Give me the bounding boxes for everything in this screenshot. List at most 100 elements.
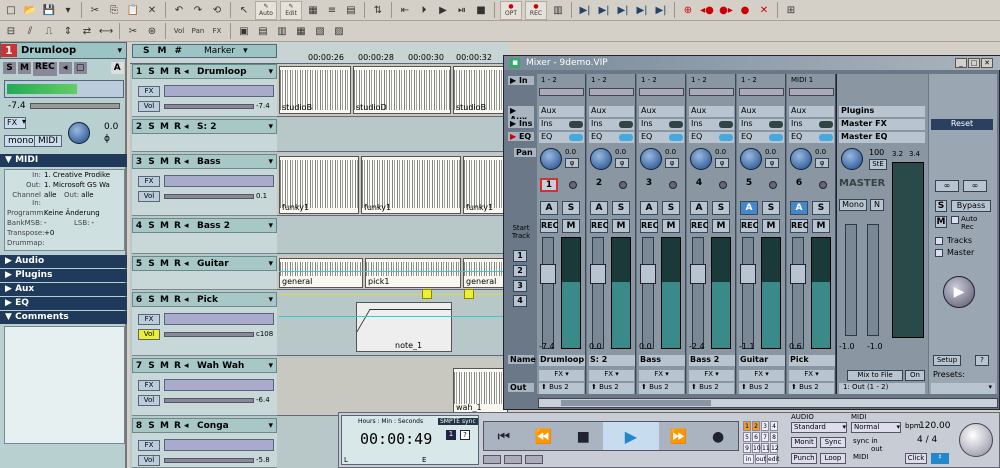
fader-cap[interactable] <box>590 264 606 284</box>
counter-cell[interactable]: 3 <box>761 421 769 431</box>
mute-button[interactable]: M <box>158 220 171 232</box>
solo-master-button[interactable]: S <box>935 200 947 212</box>
track-header[interactable]: 3 S M R ◂ Bass ▾ FX Vol 0.1 <box>132 154 277 216</box>
clip-funky-3[interactable]: funky1 <box>463 156 508 214</box>
counter-cell[interactable]: 4 <box>770 421 778 431</box>
loop-play-icon-1[interactable]: ▶| <box>577 2 593 18</box>
channel-number[interactable]: 5 <box>740 178 758 192</box>
channel-ins-toggle[interactable] <box>819 121 833 128</box>
track-name[interactable]: Pick <box>194 295 268 305</box>
channel-s-button[interactable]: S <box>612 201 630 215</box>
reset-button[interactable]: Reset <box>931 119 993 130</box>
channel-eq-toggle[interactable] <box>769 134 783 141</box>
mute-button[interactable]: M <box>158 360 171 372</box>
channel-pan-knob[interactable] <box>590 148 612 170</box>
link-icon-2[interactable]: ∞ <box>963 180 987 192</box>
out-value[interactable]: 1. Microsoft GS Wa <box>44 181 110 189</box>
channel-fader[interactable] <box>592 237 604 349</box>
track-fx-button[interactable]: FX <box>138 380 160 391</box>
speaker-icon[interactable]: ◂ <box>184 122 194 132</box>
counter-cell[interactable]: 8 <box>770 432 778 442</box>
comments-section-header[interactable]: ▼ Comments <box>0 311 127 324</box>
channel-fader[interactable] <box>792 237 804 349</box>
channel-fader[interactable] <box>692 237 704 349</box>
marker-goto-icon[interactable]: ● <box>737 2 753 18</box>
ruler[interactable]: S M # Marker ▾ 00:00:26 00:00:28 00:00:30 … <box>130 42 508 64</box>
speaker-icon[interactable]: ◂ <box>184 157 194 167</box>
counter-cell[interactable]: 2 <box>752 421 760 431</box>
save-icon[interactable]: 💾 <box>41 2 57 18</box>
record-button[interactable]: R <box>171 220 184 232</box>
counter-cell[interactable]: 7 <box>761 432 769 442</box>
channel-ins-toggle[interactable] <box>619 121 633 128</box>
channel-fx-dropdown[interactable]: FX ▾ <box>689 370 734 381</box>
pan-tool-icon[interactable]: Pan <box>190 23 206 39</box>
solo-button[interactable]: S <box>145 156 158 168</box>
record-button[interactable]: R <box>171 156 184 168</box>
channel-pan-knob[interactable] <box>740 148 762 170</box>
in-value[interactable]: 1. Creative Prodike <box>44 171 110 179</box>
auto-button[interactable]: ✎ Auto <box>255 0 277 20</box>
track-name[interactable]: Guitar <box>194 259 268 269</box>
redo-icon[interactable]: ↷ <box>190 2 206 18</box>
channel-pan-knob[interactable] <box>690 148 712 170</box>
view-icon-6[interactable]: ▨ <box>331 23 347 39</box>
channel-pan-knob[interactable] <box>790 148 812 170</box>
channel-phase-icon[interactable]: φ <box>765 158 779 168</box>
channel-aux-label[interactable]: Aux <box>589 106 634 117</box>
master-eq-button[interactable]: Master EQ <box>839 132 925 143</box>
fader-cap[interactable] <box>790 264 806 284</box>
standard-dropdown[interactable]: Standard ▾ <box>791 422 847 433</box>
speaker-icon[interactable]: ◂ <box>184 295 194 305</box>
envelope-icon[interactable]: ⎍ <box>41 23 57 39</box>
mixer-close-button[interactable]: ✕ <box>981 58 993 68</box>
clip-wah-1[interactable]: wah_1 <box>453 368 508 414</box>
mixer-view-icon[interactable]: ▤ <box>343 2 359 18</box>
counter-cell[interactable]: 6 <box>752 432 760 442</box>
channel-s-button[interactable]: S <box>762 201 780 215</box>
channel-fader[interactable] <box>542 237 554 349</box>
pointer-icon[interactable]: ↖ <box>236 2 252 18</box>
channel-a-button[interactable]: A <box>690 201 708 215</box>
auto-icon[interactable]: A <box>110 62 124 74</box>
channel-name[interactable]: Guitar <box>739 355 785 366</box>
small-button-1[interactable]: 1 <box>446 430 456 440</box>
channel-rec-button[interactable]: REC <box>590 219 609 233</box>
channel-pan-knob[interactable] <box>540 148 562 170</box>
channel-m-button[interactable]: M <box>712 219 730 233</box>
master-mute-button[interactable]: M <box>935 216 947 228</box>
start-track-2[interactable]: 2 <box>513 265 527 277</box>
track-name[interactable]: Bass 2 <box>194 221 268 231</box>
play-marker-icon[interactable]: ⏵ <box>416 2 432 18</box>
master-fader-left[interactable] <box>845 224 857 336</box>
plugins-section-header[interactable]: ▶ Plugins <box>0 269 127 282</box>
midi-section-header[interactable]: ▼ MIDI <box>0 154 127 167</box>
bpm-value[interactable]: 120.00 <box>919 421 951 431</box>
ins-row-label[interactable]: ▶ Ins <box>508 119 534 128</box>
programm-value[interactable]: Keine Änderung <box>44 209 100 217</box>
undo-icon[interactable]: ↶ <box>171 2 187 18</box>
time-stretch-icon[interactable]: ⟷ <box>98 23 114 39</box>
channel-number[interactable]: 6 <box>790 178 808 192</box>
edit-button[interactable]: ✎ Edit <box>280 0 302 20</box>
track-fx-button[interactable]: FX <box>138 86 160 97</box>
fader-cap[interactable] <box>640 264 656 284</box>
loop-play-icon-5[interactable]: ▶| <box>653 2 669 18</box>
view-icon-2[interactable]: ▤ <box>255 23 271 39</box>
channel-aux-label[interactable]: Aux <box>789 106 834 117</box>
channel-out-dropdown[interactable]: ⬆ Bus 2 <box>539 383 584 394</box>
open-icon[interactable]: 📂 <box>22 2 38 18</box>
loop-play-icon-2[interactable]: ▶| <box>596 2 612 18</box>
inspector-track-name[interactable]: Drumloop <box>21 45 117 56</box>
clip-funky-1[interactable]: funky1 <box>279 156 359 214</box>
channel-m-button[interactable]: M <box>762 219 780 233</box>
track-name[interactable]: Conga <box>194 421 268 431</box>
clip-pick-1[interactable]: pick1 <box>365 258 461 288</box>
mute-button[interactable]: M <box>158 121 171 133</box>
track-header[interactable]: 6 S M R ◂ Pick ▾ FX Vol c108 <box>132 292 277 356</box>
channel-eq-toggle[interactable] <box>569 134 583 141</box>
chevron-down-icon[interactable]: ▾ <box>268 122 273 132</box>
channel-m-button[interactable]: M <box>612 219 630 233</box>
marker-add-icon[interactable]: ⊕ <box>680 2 696 18</box>
channel-aux-label[interactable]: Aux <box>539 106 584 117</box>
